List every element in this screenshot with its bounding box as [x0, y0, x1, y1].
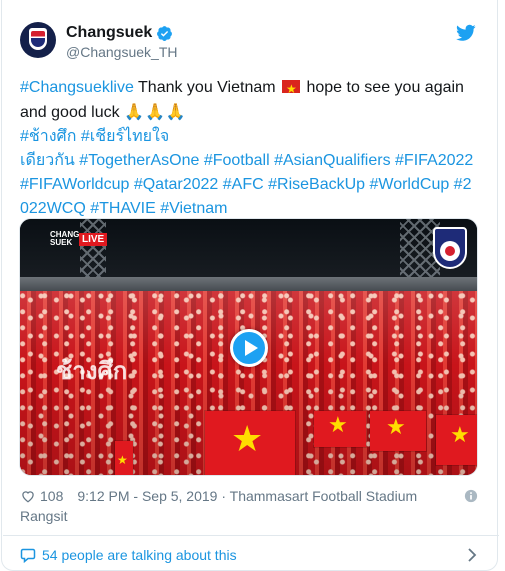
speech-bubble-icon [20, 548, 36, 563]
vietnam-flag-banner: ★ [115, 441, 133, 475]
hashtag-link[interactable]: #FIFAWorldcup #Qatar2022 #AFC #RiseBackU… [20, 176, 471, 193]
author-name-row[interactable]: Changsuek [66, 24, 173, 42]
avatar[interactable] [20, 22, 56, 58]
tweet-header: Changsuek @Changsuek_TH [20, 20, 480, 64]
live-label: LIVE [79, 232, 108, 246]
twitter-bird-icon[interactable] [456, 24, 476, 42]
tweet-text-segment: and good luck [20, 104, 125, 121]
watermark: ช้างศึก [56, 357, 128, 385]
tweet-text-line: เดียวกัน #TogetherAsOne #Football #Asian… [20, 149, 482, 173]
changsuek-live-logo: CHANG SUEK LIVE [50, 230, 108, 247]
thailand-crest-icon [29, 28, 47, 50]
info-icon[interactable] [464, 489, 478, 503]
tweet-text-line: #FIFAWorldcup #Qatar2022 #AFC #RiseBackU… [20, 173, 482, 197]
user-handle[interactable]: @Changsuek_TH [66, 44, 178, 60]
praying-hands-emoji: 🙏🙏🙏 [124, 102, 187, 121]
vietnam-flag-banner: ★ [314, 411, 366, 447]
vietnam-flag-banner: ★ [370, 411, 426, 451]
display-name[interactable]: Changsuek [66, 24, 152, 42]
tweet-text-segment: Thank you Vietnam [133, 79, 281, 96]
tweet-text-line: #ช้างศึก #เชียร์ไทยใจ [20, 125, 482, 149]
verified-badge-icon [157, 25, 173, 41]
hashtag-link[interactable]: #ช้างศึก #เชียร์ไทยใจ [20, 128, 169, 145]
tweet-meta: 108 9:12 PM - Sep 5, 2019 · Thammasart Fo… [20, 486, 482, 526]
talking-link[interactable]: 54 people are talking about this [20, 546, 480, 564]
location-cont[interactable]: Rangsit [20, 506, 482, 526]
tweet-text: #Changsueklive Thank you Vietnam hope to… [20, 76, 482, 221]
like-count[interactable]: 108 [40, 488, 63, 504]
hashtag-link[interactable]: 022WCQ #THAVIE #Vietnam [20, 200, 228, 217]
tweet-text-line: and good luck 🙏🙏🙏 [20, 100, 482, 125]
thailand-badge-icon [433, 227, 467, 269]
play-button[interactable] [230, 329, 268, 367]
tweet-card: Changsuek @Changsuek_TH #Changsueklive T… [1, 0, 499, 571]
logo-brand: CHANG SUEK [50, 230, 80, 247]
vietnam-flag-icon [282, 77, 301, 101]
heart-icon[interactable] [20, 489, 36, 503]
timestamp-location[interactable]: 9:12 PM - Sep 5, 2019 · Thammasart Footb… [77, 488, 417, 504]
chevron-right-icon[interactable] [467, 548, 477, 562]
tweet-text-line: #Changsueklive Thank you Vietnam hope to… [20, 76, 482, 101]
vietnam-flag-banner: ★ [205, 411, 295, 475]
hashtag-link[interactable]: #Changsueklive [20, 79, 134, 96]
floodlight-tower [80, 219, 106, 281]
vietnam-flag-banner: ★ [436, 415, 477, 465]
hashtag-link[interactable]: เดียวกัน #TogetherAsOne #Football #Asian… [20, 152, 473, 169]
divider [3, 535, 499, 536]
video-media[interactable]: ★ ★ ★ ★ ★ CHANG SUEK LIVE ช้างศึก [19, 218, 478, 476]
tweet-text-segment: hope to see you again [302, 79, 464, 96]
talking-label[interactable]: 54 people are talking about this [42, 547, 237, 563]
